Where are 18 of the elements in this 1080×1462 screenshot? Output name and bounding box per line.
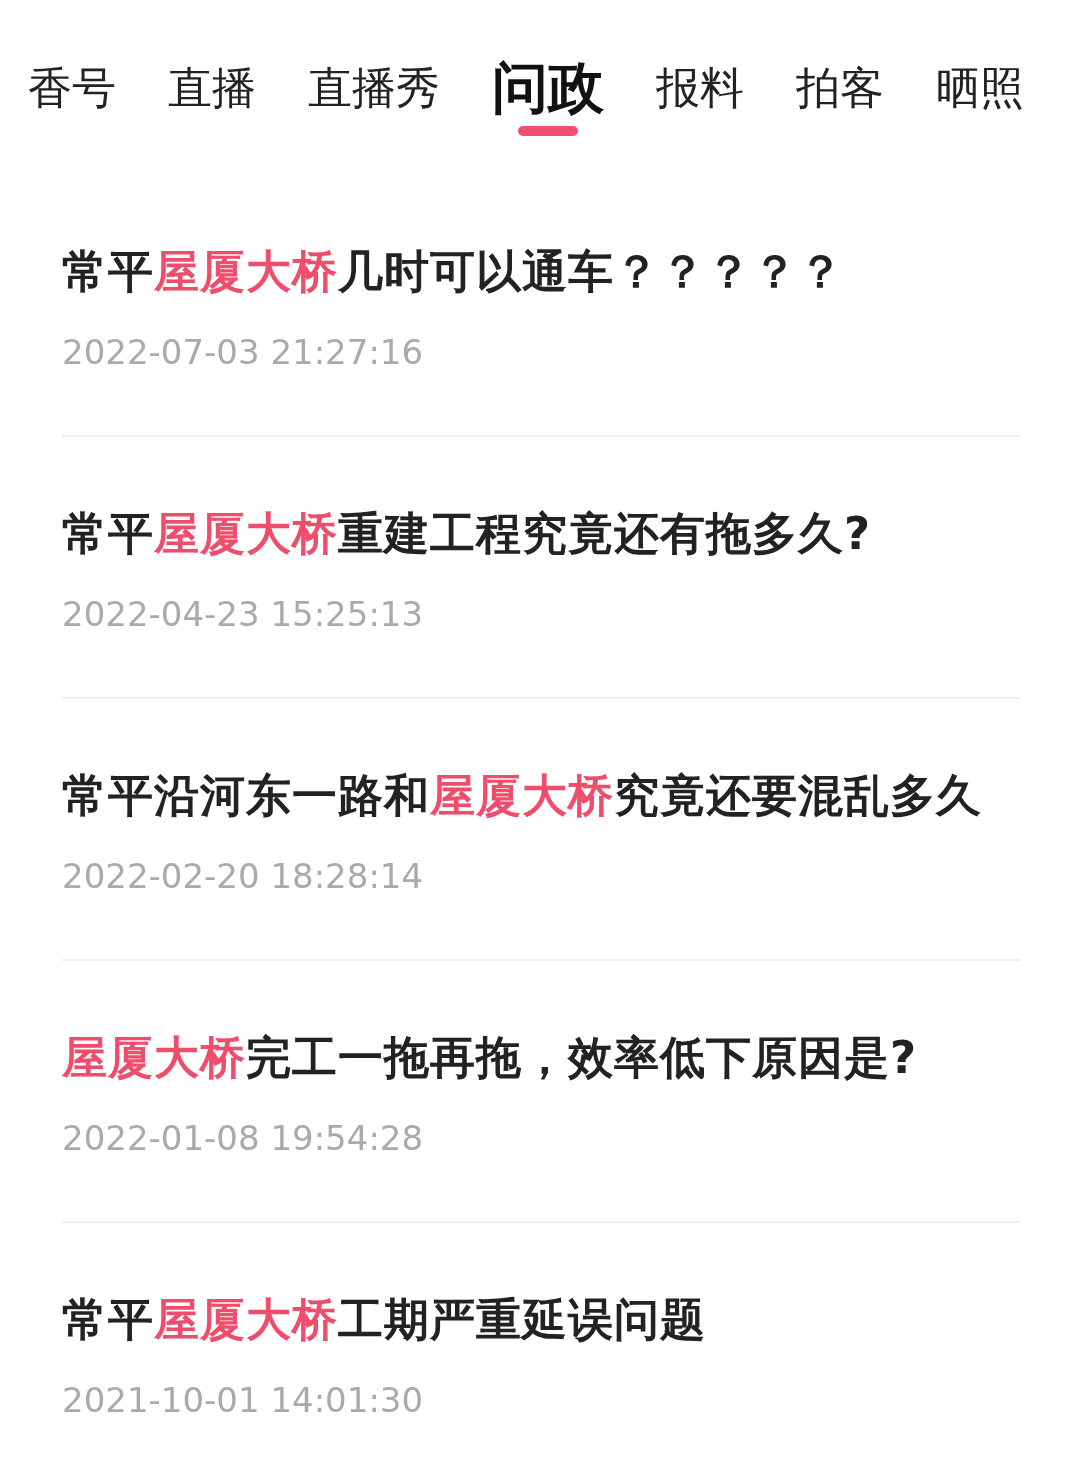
- tab[interactable]: 拍客: [796, 57, 884, 118]
- post-title[interactable]: 常平屋厦大桥重建工程究竟还有拖多久?: [62, 504, 1020, 564]
- tab-indicator: [518, 125, 578, 136]
- post-time: 2022-04-23 15:25:13: [62, 593, 425, 636]
- tab[interactable]: 直播秀: [308, 57, 440, 118]
- post-title[interactable]: 常平屋厦大桥几时可以通车？？？？？: [62, 242, 1020, 302]
- tab[interactable]: 香号: [28, 57, 116, 118]
- tab[interactable]: 直播: [168, 57, 256, 118]
- post-time: 2022-02-20 18:28:14: [62, 855, 425, 898]
- post-time: 2022-07-03 21:27:16: [62, 331, 425, 374]
- post-title[interactable]: 屋厦大桥完工一拖再拖，效率低下原因是?: [62, 1028, 1020, 1088]
- post-time: 2022-01-08 19:54:28: [62, 1117, 425, 1160]
- post-title[interactable]: 常平沿河东一路和屋厦大桥究竟还要混乱多久: [62, 766, 1020, 826]
- post-title[interactable]: 常平屋厦大桥工期严重延误问题: [62, 1290, 1020, 1350]
- tab[interactable]: 问政: [492, 57, 604, 118]
- tab[interactable]: 晒照: [936, 57, 1024, 118]
- tab[interactable]: 报料: [656, 57, 744, 118]
- post-time: 2021-10-01 14:01:30: [62, 1379, 425, 1422]
